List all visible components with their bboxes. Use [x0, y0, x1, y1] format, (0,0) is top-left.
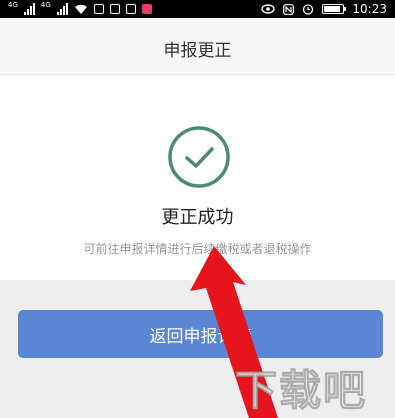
status-left: 4G 4G	[8, 2, 152, 16]
result-card: 更正成功 可前往申报详情进行后续缴税或者退税操作	[0, 75, 395, 280]
clock-time: 10:23	[352, 2, 387, 16]
watermark-logo: 下载吧	[234, 366, 367, 416]
signal-icon	[23, 3, 35, 15]
status-bar: 4G 4G 10:23	[0, 0, 395, 18]
wifi-icon	[74, 4, 87, 14]
back-to-detail-button[interactable]: 返回申报详情	[18, 310, 383, 358]
message-icon	[109, 4, 120, 14]
nfc-icon	[283, 3, 295, 15]
battery-icon	[322, 4, 347, 14]
app-icon	[125, 4, 136, 14]
page-title: 申报更正	[163, 41, 232, 61]
alarm-icon	[303, 4, 314, 15]
network-type-1: 4G	[8, 1, 18, 9]
video-icon	[93, 4, 104, 14]
signal-icon-2	[56, 3, 68, 15]
success-subtitle: 可前往申报详情进行后续缴税或者退税操作	[83, 242, 312, 256]
network-type-2: 4G	[40, 1, 51, 9]
success-title: 更正成功	[161, 207, 234, 228]
page-header: 申报更正	[0, 18, 395, 75]
app-icon-2	[141, 4, 152, 14]
status-right: 10:23	[261, 1, 387, 17]
check-circle-icon	[168, 126, 230, 188]
eye-icon	[261, 4, 276, 14]
